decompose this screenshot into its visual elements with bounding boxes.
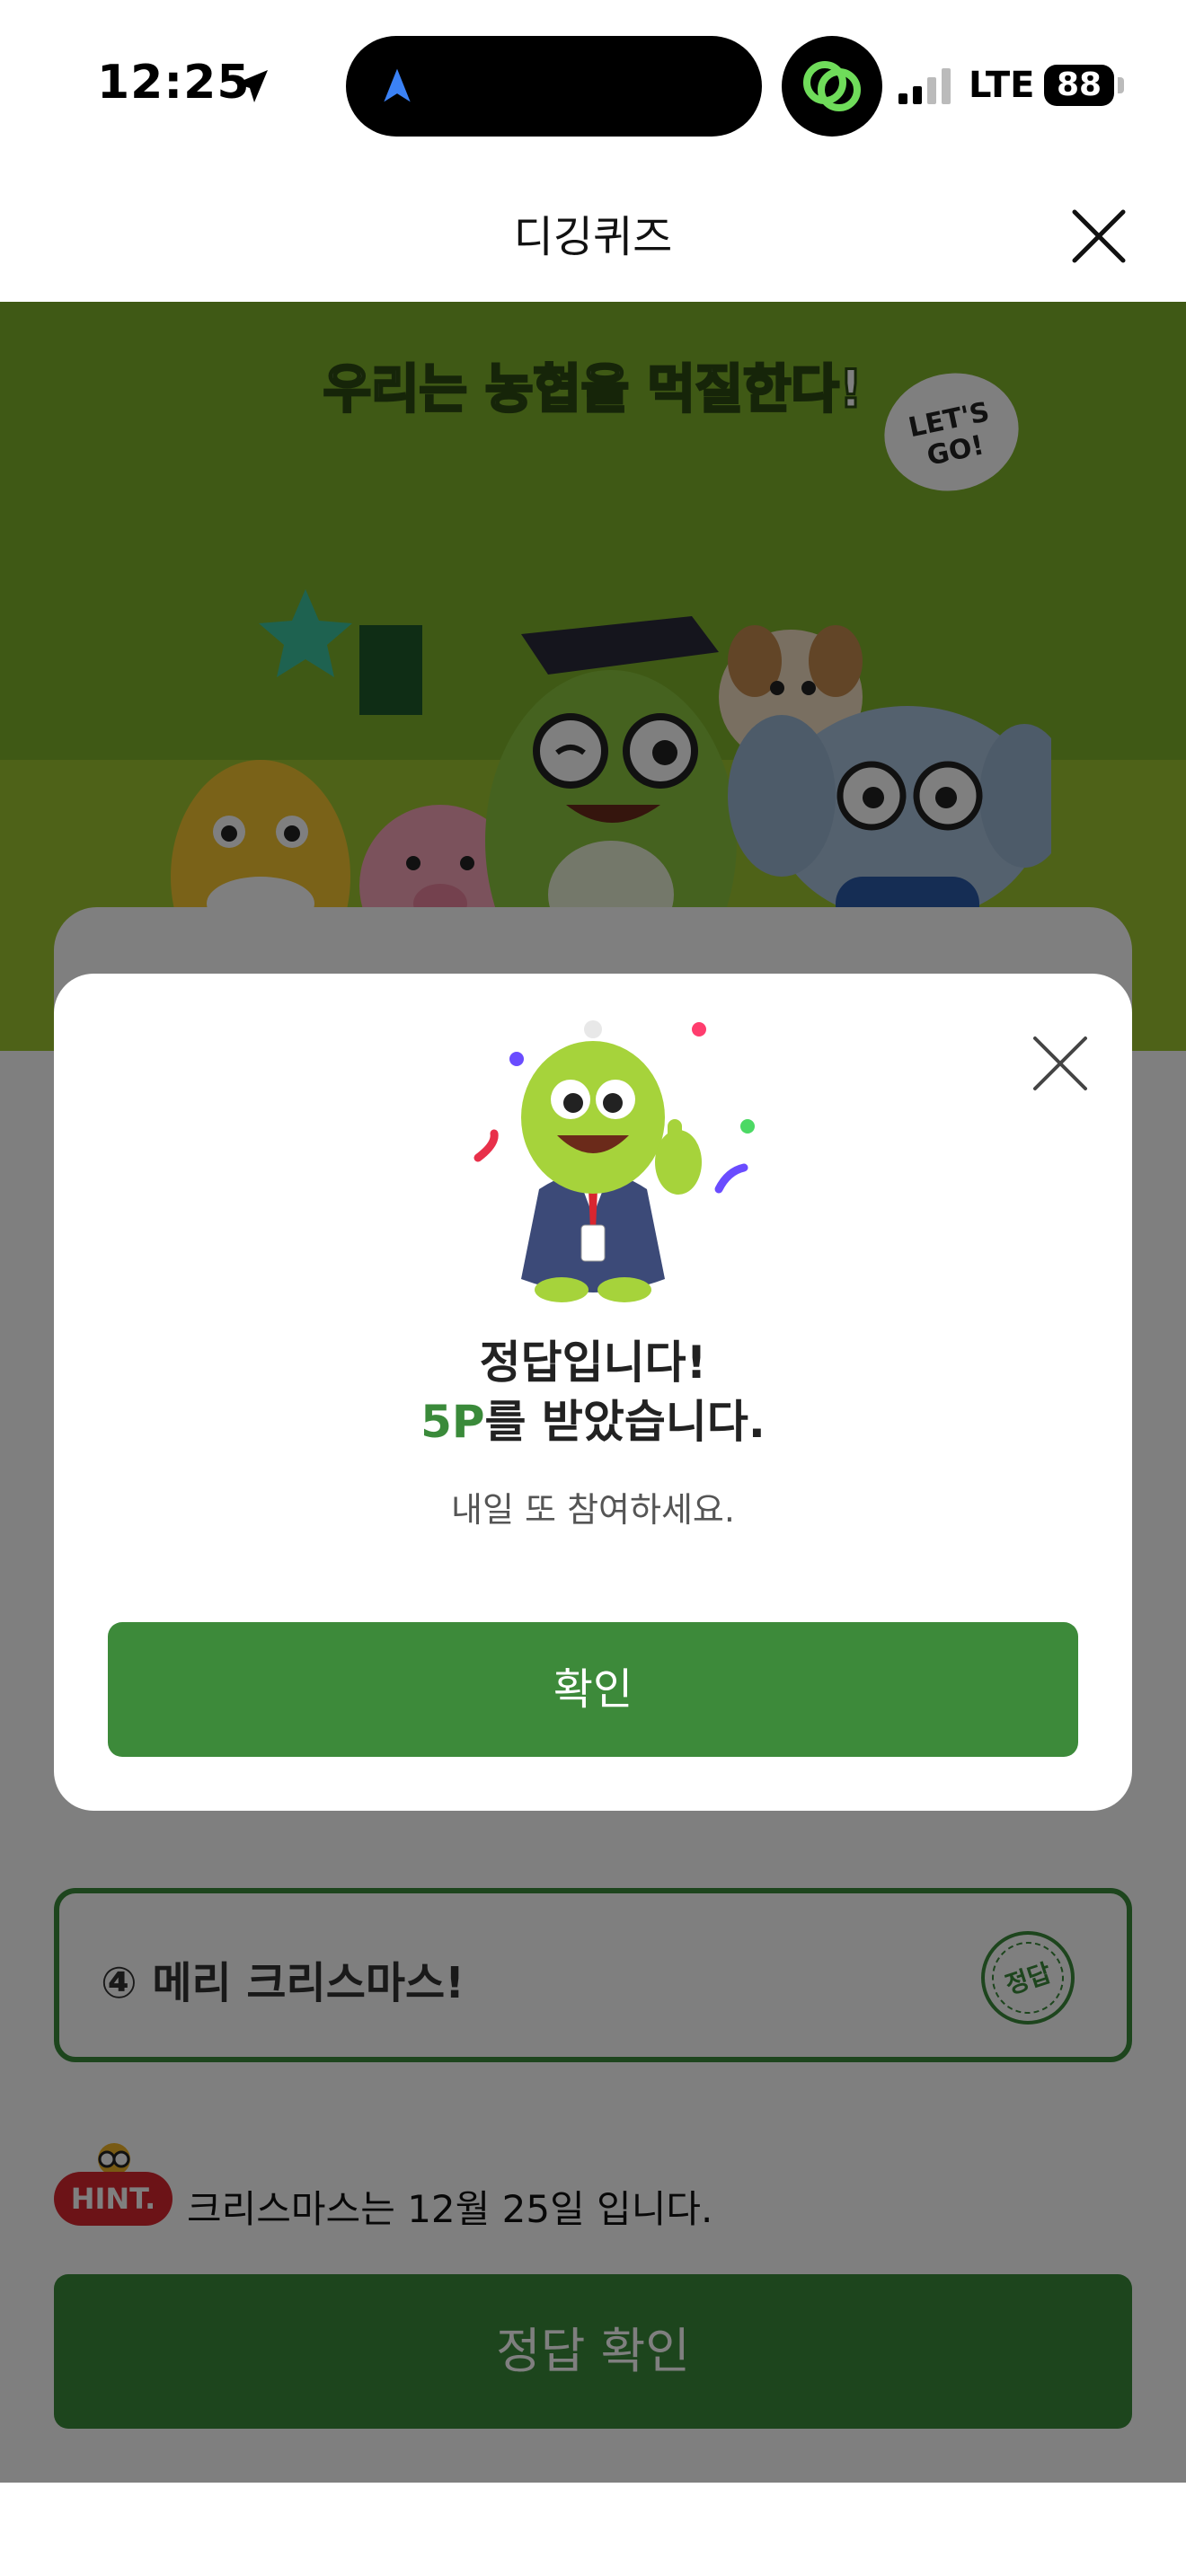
earned-points: 5P bbox=[420, 1396, 485, 1448]
result-title-line2-rest: 를 받았습니다. bbox=[484, 1396, 766, 1448]
result-title-line1: 정답입니다! bbox=[479, 1337, 707, 1389]
signal-strength-icon bbox=[898, 68, 951, 104]
island-app-indicator bbox=[782, 36, 882, 137]
navigation-arrow-icon bbox=[384, 68, 411, 102]
network-type: LTE bbox=[969, 65, 1035, 106]
status-time: 12:25 bbox=[97, 56, 251, 110]
location-arrow-icon bbox=[235, 70, 268, 102]
page-title: 디깅퀴즈 bbox=[513, 212, 673, 262]
result-title-line2: 5P를 받았습니다. bbox=[54, 1392, 1132, 1451]
battery-level: 88 bbox=[1044, 65, 1114, 106]
result-title: 정답입니다! 5P를 받았습니다. bbox=[54, 1333, 1132, 1451]
close-icon[interactable] bbox=[1067, 205, 1130, 268]
confirm-button[interactable]: 확인 bbox=[108, 1622, 1078, 1757]
status-bar: 12:25 LTE 88 bbox=[0, 0, 1186, 171]
result-subtitle: 내일 또 참여하세요. bbox=[451, 1490, 735, 1530]
result-modal: 정답입니다! 5P를 받았습니다. 내일 또 참여하세요. 확인 bbox=[54, 974, 1132, 1811]
battery-tip bbox=[1118, 77, 1124, 93]
modal-close-icon[interactable] bbox=[1024, 1028, 1096, 1099]
link-rings-icon bbox=[803, 61, 861, 111]
mascot-thumbs-up-illustration bbox=[474, 1020, 755, 1302]
